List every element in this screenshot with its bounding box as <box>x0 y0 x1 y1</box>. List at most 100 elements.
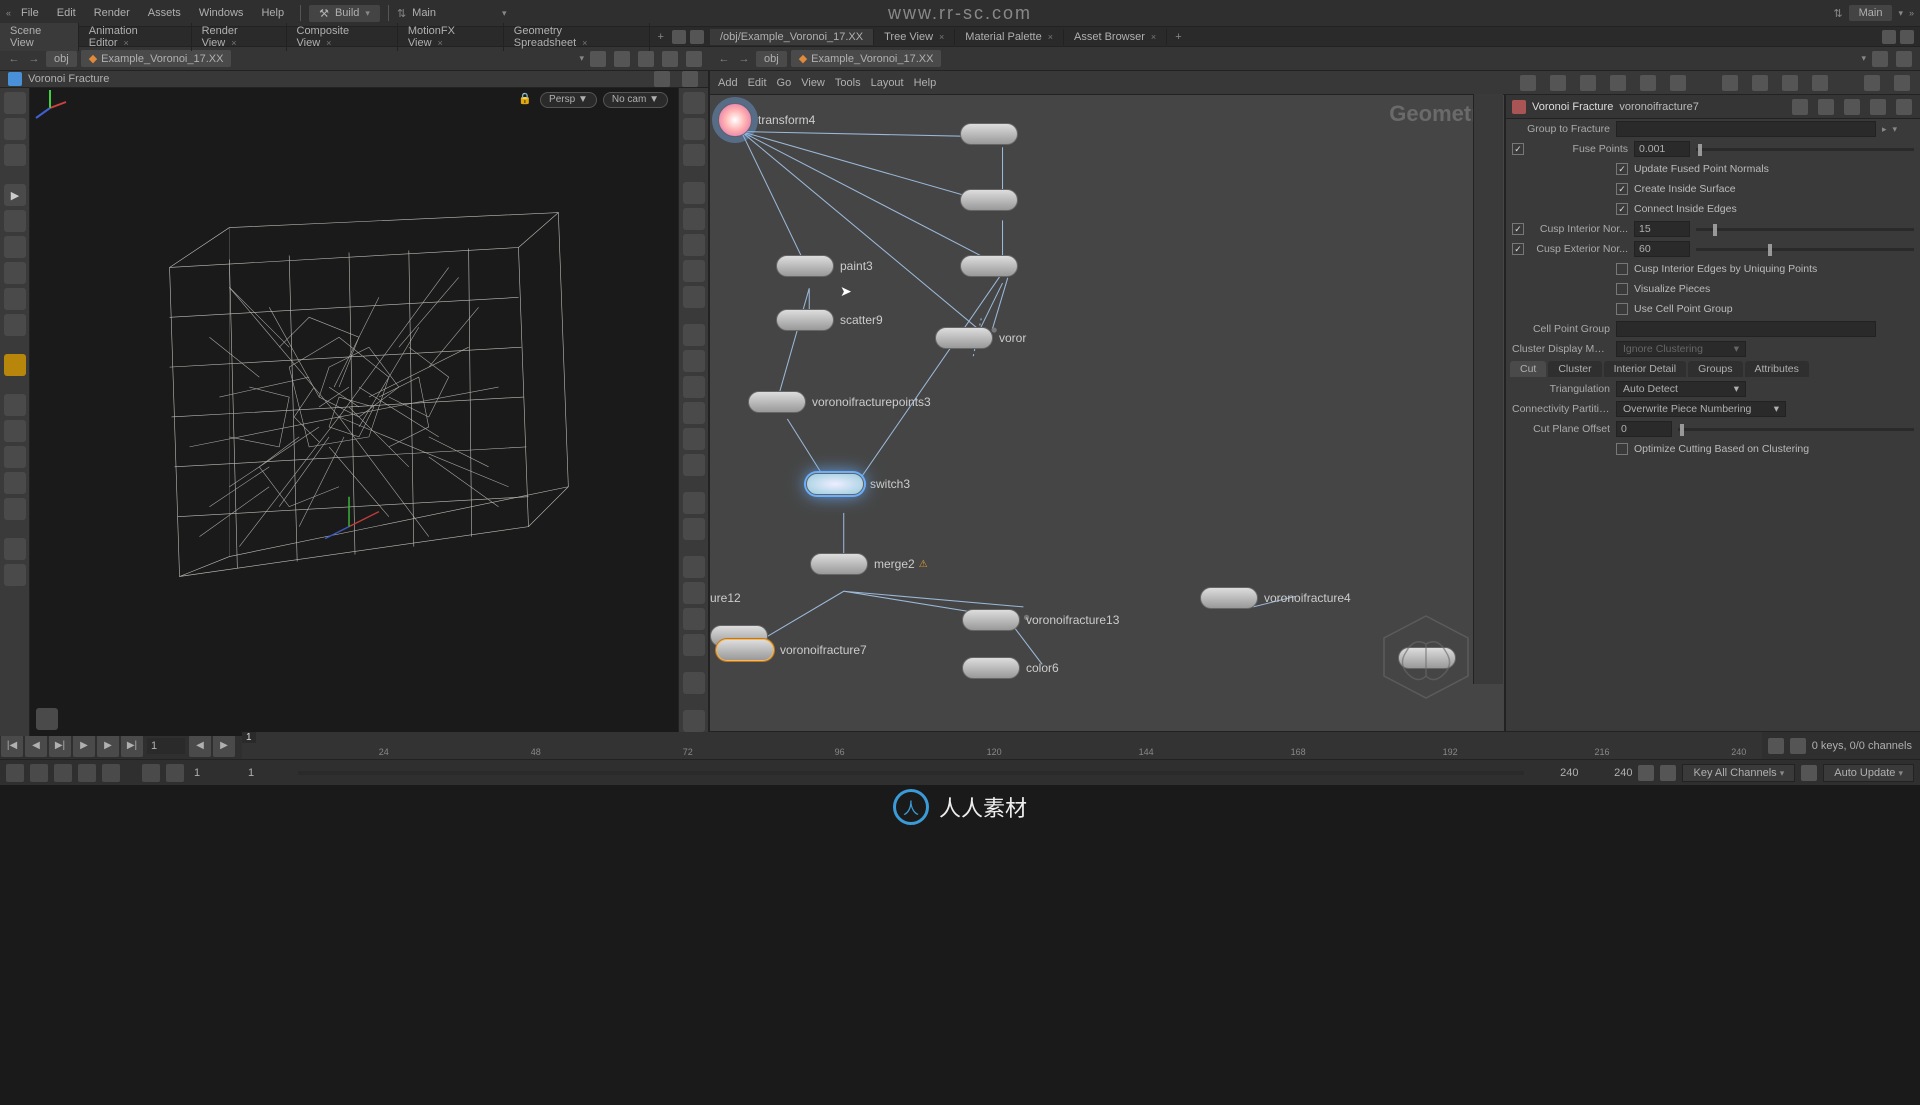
crumb-obj[interactable]: obj <box>46 51 77 67</box>
disp-opt7-icon[interactable] <box>683 260 705 282</box>
disp-opt4-icon[interactable] <box>683 182 705 204</box>
node-anon2[interactable] <box>960 189 1018 211</box>
net-menu-go[interactable]: Go <box>777 77 792 89</box>
misc-tool-icon[interactable] <box>4 498 26 520</box>
tab-geometry-spreadsheet[interactable]: Geometry Spreadsheet× <box>504 23 650 51</box>
cusp-int-toggle[interactable] <box>1512 223 1524 235</box>
active-tool-icon[interactable] <box>4 354 26 376</box>
param-refresh-icon[interactable] <box>1844 99 1860 115</box>
tab-attributes[interactable]: Attributes <box>1745 361 1809 377</box>
range-end2-input[interactable]: 240 <box>1584 767 1632 779</box>
tab-render-view[interactable]: Render View× <box>192 23 287 51</box>
next-frame-button[interactable]: ▶ <box>97 735 119 757</box>
rb4-icon[interactable] <box>78 764 96 782</box>
forward-icon[interactable]: → <box>736 51 752 67</box>
snap3-tool-icon[interactable] <box>4 446 26 468</box>
disp-opt20-icon[interactable] <box>683 634 705 656</box>
tab-asset-browser[interactable]: Asset Browser× <box>1064 29 1167 45</box>
net-menu-add[interactable]: Add <box>718 77 738 89</box>
tl-opt2-icon[interactable] <box>1790 738 1806 754</box>
fuse-points-input[interactable]: 0.001 <box>1634 141 1690 157</box>
net-ic6-icon[interactable] <box>1670 75 1686 91</box>
play-button[interactable]: ▶ <box>73 735 95 757</box>
tab-animation-editor[interactable]: Animation Editor× <box>79 23 192 51</box>
first-frame-button[interactable]: |◀ <box>1 735 23 757</box>
range-start-input[interactable]: 1 <box>190 765 238 781</box>
cusp-ext-slider[interactable] <box>1696 248 1914 251</box>
disp-opt18-icon[interactable] <box>683 582 705 604</box>
brush2-tool-icon[interactable] <box>4 262 26 284</box>
net-ic9-icon[interactable] <box>1782 75 1798 91</box>
param-info-icon[interactable] <box>1870 99 1886 115</box>
timeline-ruler[interactable]: 1 24 48 72 96 120 144 168 192 216 240 <box>242 732 1762 759</box>
tab-interior-detail[interactable]: Interior Detail <box>1604 361 1686 377</box>
display-options-icon[interactable] <box>36 708 58 730</box>
magnet-tool-icon[interactable] <box>4 472 26 494</box>
net-ic8-icon[interactable] <box>1752 75 1768 91</box>
rb5-icon[interactable] <box>102 764 120 782</box>
main-dropdown[interactable]: ⇅ Main ▾ <box>397 7 507 20</box>
net-menu-help[interactable]: Help <box>914 77 937 89</box>
crumb-obj[interactable]: obj <box>756 51 787 67</box>
range-end-input[interactable]: 240 <box>1530 767 1578 779</box>
current-frame-input[interactable]: 1 <box>147 738 185 754</box>
gear-icon[interactable] <box>1792 99 1808 115</box>
pane-max-icon[interactable] <box>690 30 704 44</box>
net-ic5-icon[interactable] <box>1640 75 1656 91</box>
last-frame-button[interactable]: ▶| <box>121 735 143 757</box>
tl-opt1-icon[interactable] <box>1768 738 1784 754</box>
key-prev-button[interactable]: ◀ <box>189 735 211 757</box>
node-voronoifracture4[interactable]: voronoifracture4 <box>1200 587 1351 609</box>
rb1-icon[interactable] <box>6 764 24 782</box>
disp-opt8-icon[interactable] <box>683 286 705 308</box>
disp-opt2-icon[interactable] <box>683 118 705 140</box>
cut-plane-input[interactable]: 0 <box>1616 421 1672 437</box>
info-tool-icon[interactable] <box>4 538 26 560</box>
create-inside-checkbox[interactable] <box>1616 183 1628 195</box>
node-voronoifracture13[interactable]: voronoifracture13 <box>962 609 1119 631</box>
view-tool-icon[interactable] <box>4 92 26 114</box>
pin-icon[interactable] <box>1872 51 1888 67</box>
auto-update-dropdown[interactable]: Auto Update ▾ <box>1823 764 1914 782</box>
node-switch3[interactable]: switch3 <box>806 473 910 495</box>
axis-gizmo-icon[interactable] <box>30 88 70 128</box>
play-back-button[interactable]: ▶| <box>49 735 71 757</box>
snap-tool-icon[interactable] <box>4 394 26 416</box>
use-cell-checkbox[interactable] <box>1616 303 1628 315</box>
vis-pieces-checkbox[interactable] <box>1616 283 1628 295</box>
range-slider[interactable] <box>298 771 1524 775</box>
cusp-uniq-checkbox[interactable] <box>1616 263 1628 275</box>
grid3-icon[interactable] <box>662 51 678 67</box>
disp-opt19-icon[interactable] <box>683 608 705 630</box>
disp-opt11-icon[interactable] <box>683 376 705 398</box>
tab-material-palette[interactable]: Material Palette× <box>955 29 1064 45</box>
rb3-icon[interactable] <box>54 764 72 782</box>
cusp-ext-input[interactable]: 60 <box>1634 241 1690 257</box>
grid4-icon[interactable] <box>686 51 702 67</box>
rb-prev-icon[interactable] <box>142 764 160 782</box>
lock-icon[interactable] <box>1801 765 1817 781</box>
disp-opt9-icon[interactable] <box>683 324 705 346</box>
lock-tool-icon[interactable] <box>4 210 26 232</box>
net-help-icon[interactable] <box>1894 75 1910 91</box>
rb2-icon[interactable] <box>30 764 48 782</box>
key-all-dropdown[interactable]: Key All Channels ▾ <box>1682 764 1795 782</box>
back-icon[interactable]: ← <box>6 51 22 67</box>
disp-opt5-icon[interactable] <box>683 208 705 230</box>
tab-scene-view[interactable]: Scene View <box>0 23 79 51</box>
fuse-points-toggle[interactable] <box>1512 143 1524 155</box>
build-dropdown[interactable]: ⚒Build▾ <box>309 5 380 22</box>
pane-opt-icon[interactable] <box>672 30 686 44</box>
tab-cut[interactable]: Cut <box>1510 361 1546 377</box>
connect-inside-checkbox[interactable] <box>1616 203 1628 215</box>
disp-opt3-icon[interactable] <box>683 144 705 166</box>
collapse-icon[interactable]: « <box>6 8 11 18</box>
menu-windows[interactable]: Windows <box>191 5 252 21</box>
disp-opt21-icon[interactable] <box>683 672 705 694</box>
film-icon[interactable] <box>614 51 630 67</box>
key-next-button[interactable]: ▶ <box>213 735 235 757</box>
crumb-scene[interactable]: ◆Example_Voronoi_17.XX <box>791 50 942 67</box>
disp-opt15-icon[interactable] <box>683 492 705 514</box>
vp-opt1-icon[interactable] <box>654 71 670 87</box>
cloud-tool-icon[interactable] <box>4 564 26 586</box>
